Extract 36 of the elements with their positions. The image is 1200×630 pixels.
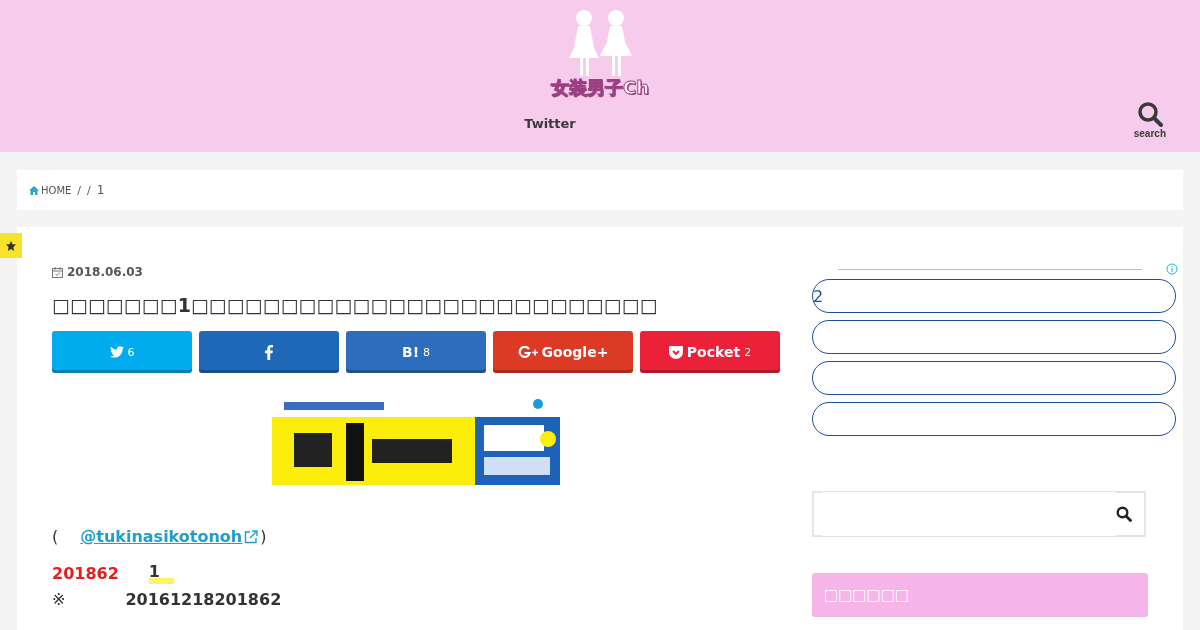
article-title: □□□□□□□1□□□□□□□□□□□□□□□□□□□□□□□□□□ — [52, 293, 659, 318]
paren-text: ) — [260, 527, 267, 546]
external-link-icon — [244, 529, 259, 544]
ad-link-button[interactable] — [812, 402, 1176, 436]
logo-text[interactable]: 女装男子Ch — [551, 76, 649, 100]
search-icon[interactable] — [1116, 506, 1132, 522]
post-date: 2018.06.03 — [67, 265, 143, 279]
share-button[interactable]: Pocket 2 — [640, 331, 780, 373]
pocket-icon — [668, 345, 683, 359]
home-icon — [29, 185, 39, 195]
calendar-icon — [52, 266, 63, 278]
star-icon — [6, 240, 16, 251]
breadcrumb-separator: / — [77, 183, 82, 197]
share-button[interactable]: B! 8 — [346, 331, 486, 373]
bird-icon — [109, 346, 124, 358]
f-icon — [265, 344, 273, 360]
account-link[interactable]: @tukinasikotonoh — [80, 527, 259, 546]
breadcrumb-current: 1 — [96, 183, 105, 197]
nav-link[interactable]: Twitter — [524, 116, 576, 131]
search-icon — [1136, 101, 1163, 127]
ad-link-button[interactable]: 2 — [812, 279, 1176, 313]
breadcrumb-separator: / — [87, 183, 91, 197]
date-text: 201862 — [52, 563, 119, 583]
highlighted-text: 1 — [148, 562, 174, 584]
home-link[interactable]: HOME — [29, 184, 72, 196]
ad-link-button[interactable] — [812, 361, 1176, 395]
search-button[interactable]: search — [1127, 100, 1172, 140]
category-tag[interactable] — [0, 233, 22, 258]
sidebar-heading: □□□□□□ — [812, 573, 1148, 617]
note-text: 20161218201862 — [125, 589, 282, 609]
g-plus-icon — [517, 345, 538, 359]
ad-link-button[interactable] — [812, 320, 1176, 354]
search-field[interactable] — [812, 491, 1146, 537]
note-mark: ※ — [52, 589, 66, 609]
paren-text: ( — [52, 527, 59, 546]
share-button[interactable]: Google+ — [493, 331, 633, 373]
